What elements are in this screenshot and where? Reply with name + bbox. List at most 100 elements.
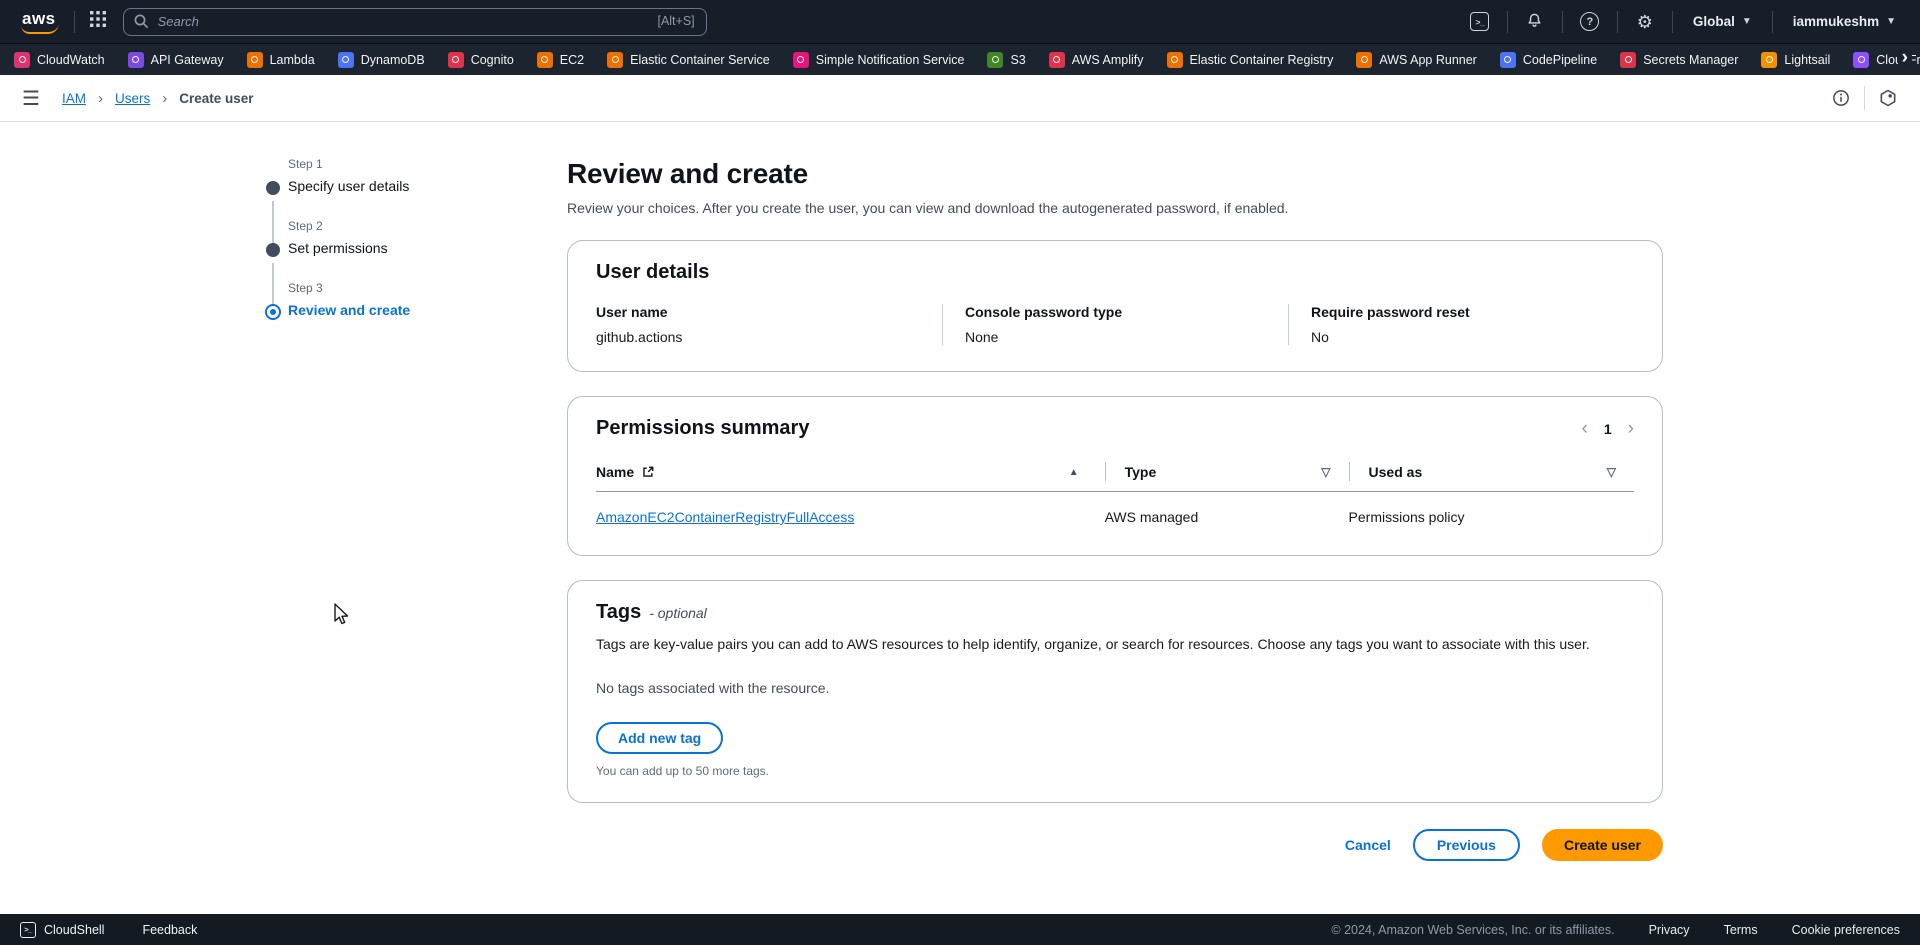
favorite-secrets-manager[interactable]: Secrets Manager — [1620, 52, 1738, 68]
notifications-bell-icon[interactable] — [1522, 9, 1548, 35]
tags-optional-label: - optional — [649, 605, 707, 621]
copyright-text: © 2024, Amazon Web Services, Inc. or its… — [1331, 923, 1614, 937]
favorites-bar: CloudWatch API Gateway Lambda DynamoDB C… — [0, 43, 1920, 75]
step-2-label: Set permissions — [288, 240, 516, 256]
favorite-amplify[interactable]: AWS Amplify — [1049, 52, 1144, 68]
policy-link[interactable]: AmazonEC2ContainerRegistryFullAccess — [596, 509, 854, 525]
favorite-ec2[interactable]: EC2 — [537, 52, 584, 68]
cloudshell-label: CloudShell — [44, 923, 104, 937]
tags-title: Tags — [596, 601, 641, 624]
account-menu[interactable]: iammukeshm ▼ — [1787, 14, 1902, 29]
pagination-current-page[interactable]: 1 — [1604, 421, 1612, 437]
favorite-codepipeline[interactable]: CodePipeline — [1500, 52, 1597, 68]
cookie-preferences-link[interactable]: Cookie preferences — [1792, 923, 1900, 937]
field-value: github.actions — [596, 329, 924, 345]
step-2-number: Step 2 — [288, 219, 516, 233]
breadcrumb-separator-icon: › — [98, 90, 103, 107]
search-shortcut-hint: [Alt+S] — [657, 14, 694, 28]
page-title: Review and create — [567, 158, 1663, 190]
column-header-used-as[interactable]: Used as ▽ — [1349, 456, 1634, 492]
pagination-prev-icon[interactable]: ‹ — [1582, 419, 1588, 438]
user-details-card: User details User name github.actions Co… — [567, 240, 1663, 372]
column-label: Name — [596, 464, 634, 480]
search-icon — [133, 13, 150, 35]
breadcrumb-separator-icon: › — [162, 90, 167, 107]
user-details-title: User details — [596, 261, 1634, 284]
permissions-header: Permissions summary ‹ 1 › — [596, 417, 1634, 440]
favorite-lambda[interactable]: Lambda — [247, 52, 315, 68]
external-link-icon — [641, 465, 655, 479]
api-gateway-icon — [128, 52, 144, 68]
favorite-cloudwatch[interactable]: CloudWatch — [14, 52, 105, 68]
ec2-icon — [537, 52, 553, 68]
chevron-down-icon: ▼ — [1886, 16, 1896, 27]
terms-link[interactable]: Terms — [1724, 923, 1758, 937]
mouse-cursor — [331, 602, 353, 631]
search-input[interactable] — [123, 8, 707, 36]
amplify-icon — [1049, 52, 1065, 68]
breadcrumb-bar: ☰ IAM › Users › Create user — [0, 75, 1920, 122]
favorite-cognito[interactable]: Cognito — [448, 52, 514, 68]
help-icon[interactable]: ? — [1577, 9, 1603, 35]
favorite-ecs[interactable]: Elastic Container Service — [607, 52, 770, 68]
step-2-item[interactable]: Step 2 Set permissions — [266, 219, 516, 256]
column-header-type[interactable]: Type ▽ — [1105, 456, 1349, 492]
favorite-sns[interactable]: Simple Notification Service — [793, 52, 965, 68]
hamburger-menu-icon[interactable]: ☰ — [22, 86, 40, 111]
step-1-item[interactable]: Step 1 Specify user details — [266, 157, 516, 194]
aws-logo[interactable]: aws — [18, 9, 60, 35]
favorite-ecr[interactable]: Elastic Container Registry — [1167, 52, 1334, 68]
permissions-table: Name ▲ Type ▽ — [596, 456, 1634, 535]
favorite-s3[interactable]: S3 — [987, 52, 1025, 68]
sns-icon — [793, 52, 809, 68]
feedback-button[interactable]: Feedback — [142, 923, 197, 937]
tags-empty-state: No tags associated with the resource. — [596, 680, 1634, 696]
breadcrumb-right-tools — [1831, 86, 1898, 110]
settings-gear-icon[interactable]: ⚙ — [1632, 9, 1658, 35]
page-subtitle: Review your choices. After you create th… — [567, 200, 1663, 216]
column-header-name[interactable]: Name ▲ — [596, 456, 1105, 492]
field-console-password-type: Console password type None — [942, 304, 1288, 345]
codepipeline-icon — [1500, 52, 1516, 68]
s3-icon — [987, 52, 1003, 68]
column-label: Used as — [1369, 464, 1423, 480]
hexagon-panel-icon[interactable] — [1878, 88, 1898, 108]
breadcrumb-iam[interactable]: IAM — [62, 91, 86, 106]
cell-policy-type: AWS managed — [1105, 492, 1349, 536]
cloudshell-footer-button[interactable]: >_ CloudShell — [20, 922, 104, 938]
secrets-manager-icon — [1620, 52, 1636, 68]
region-selector[interactable]: Global ▼ — [1687, 14, 1758, 29]
previous-button[interactable]: Previous — [1413, 829, 1520, 861]
ecr-icon — [1167, 52, 1183, 68]
favorites-overflow-chevron-icon[interactable]: › — [1898, 47, 1912, 69]
tags-limit-hint: You can add up to 50 more tags. — [596, 764, 1634, 782]
lightsail-icon — [1761, 52, 1777, 68]
info-icon[interactable] — [1831, 88, 1851, 108]
field-user-name: User name github.actions — [596, 304, 942, 345]
privacy-link[interactable]: Privacy — [1649, 923, 1690, 937]
cancel-button[interactable]: Cancel — [1345, 837, 1391, 853]
filter-icon[interactable]: ▽ — [1607, 465, 1616, 479]
topbar-divider — [1672, 11, 1673, 33]
sort-ascending-icon[interactable]: ▲ — [1069, 467, 1079, 478]
cloudshell-icon[interactable]: >_ — [1467, 9, 1493, 35]
filter-icon[interactable]: ▽ — [1321, 465, 1330, 479]
create-user-button[interactable]: Create user — [1542, 829, 1663, 861]
topbar-right-group: >_ ? ⚙ Global ▼ iammukeshm ▼ — [1467, 9, 1902, 35]
cognito-icon — [448, 52, 464, 68]
dynamodb-icon — [338, 52, 354, 68]
add-new-tag-button[interactable]: Add new tag — [596, 722, 723, 754]
services-grid-icon[interactable] — [89, 10, 107, 33]
app-runner-icon — [1356, 52, 1372, 68]
favorite-lightsail[interactable]: Lightsail — [1761, 52, 1830, 68]
cell-policy-name: AmazonEC2ContainerRegistryFullAccess — [596, 492, 1105, 536]
favorite-api-gateway[interactable]: API Gateway — [128, 52, 224, 68]
step-1-label: Specify user details — [288, 178, 516, 194]
step-1-dot — [266, 181, 280, 195]
step-3-dot-active — [265, 304, 281, 320]
pagination-next-icon[interactable]: › — [1628, 419, 1634, 438]
favorite-app-runner[interactable]: AWS App Runner — [1356, 52, 1477, 68]
step-3-item[interactable]: Step 3 Review and create — [266, 281, 516, 318]
favorite-dynamodb[interactable]: DynamoDB — [338, 52, 425, 68]
breadcrumb-users[interactable]: Users — [115, 91, 150, 106]
